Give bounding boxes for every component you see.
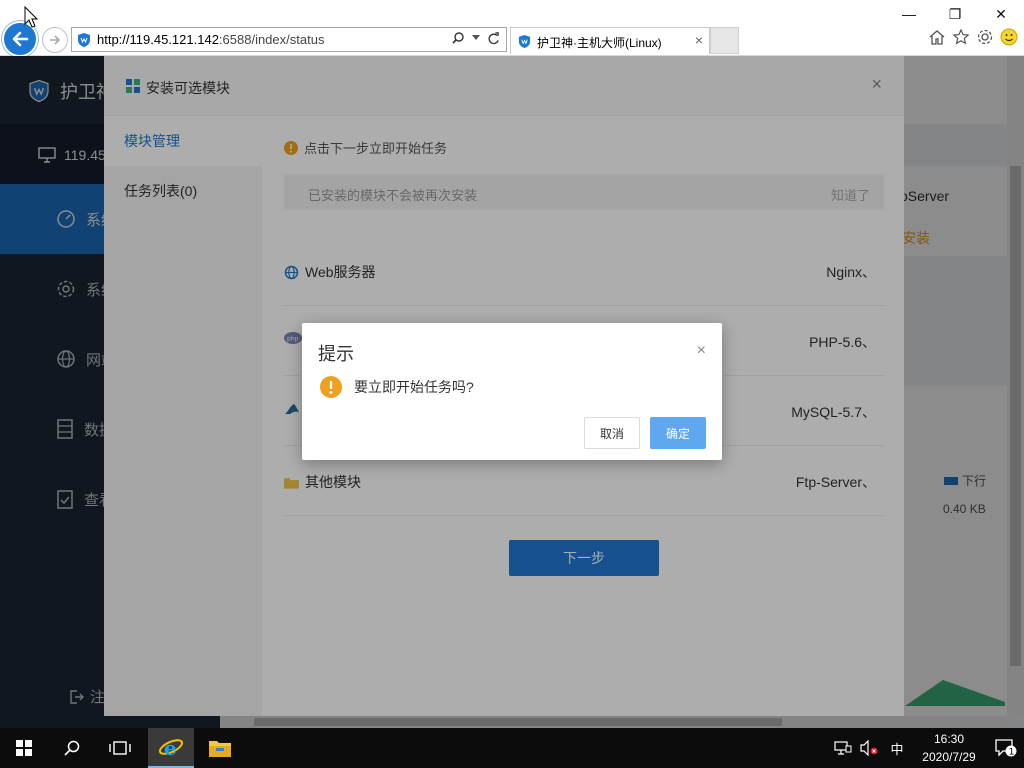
url-text: http://119.45.121.142:6588/index/status <box>97 32 325 47</box>
arrow-left-icon <box>12 31 29 47</box>
tab-close-button[interactable]: × <box>695 32 703 48</box>
clock-date: 2020/7/29 <box>922 750 976 764</box>
forward-button[interactable] <box>42 27 68 53</box>
windows-icon <box>16 740 32 756</box>
clock[interactable]: 16:30 2020/7/29 <box>910 730 988 766</box>
task-view-button[interactable] <box>96 728 144 768</box>
gear-icon[interactable] <box>976 28 994 46</box>
search-icon <box>64 740 80 756</box>
volume-muted-icon[interactable] <box>860 740 878 756</box>
tab-title: 护卫神·主机大师(Linux) <box>537 36 662 50</box>
star-icon[interactable] <box>952 28 970 46</box>
taskbar-search-button[interactable] <box>48 728 96 768</box>
address-bar[interactable]: http://119.45.121.142:6588/index/status <box>71 27 507 52</box>
taskbar-ie-button[interactable]: e <box>148 728 194 768</box>
mouse-cursor-icon <box>24 6 38 28</box>
dialog-title: 提示 <box>318 344 354 364</box>
minimize-button[interactable]: — <box>886 0 932 28</box>
home-icon[interactable] <box>928 28 946 46</box>
search-icon[interactable] <box>451 31 465 45</box>
folder-icon <box>209 741 231 757</box>
action-center-button[interactable]: 1 <box>988 738 1024 758</box>
dialog-message-text: 要立即开始任务吗? <box>354 379 474 395</box>
internet-explorer-icon: e <box>158 736 184 760</box>
exclamation-icon <box>320 376 342 398</box>
restore-button[interactable]: ❐ <box>932 0 978 28</box>
clock-time: 16:30 <box>933 732 965 746</box>
taskbar-explorer-button[interactable] <box>196 728 244 768</box>
system-tray: 中 16:30 2020/7/29 1 <box>834 728 1024 768</box>
ime-indicator[interactable]: 中 <box>884 739 910 758</box>
svg-text:e: e <box>164 736 177 760</box>
taskbar: e 中 16:30 2020/7/29 1 <box>0 728 1024 768</box>
browser-chrome: http://119.45.121.142:6588/index/status … <box>0 0 1024 57</box>
network-icon[interactable] <box>834 740 852 756</box>
browser-tab[interactable]: 护卫神·主机大师(Linux) × <box>510 27 710 54</box>
window-close-button[interactable]: ✕ <box>978 0 1024 28</box>
notification-icon: 1 <box>995 739 1017 758</box>
confirm-button[interactable]: 确定 <box>650 417 706 449</box>
chevron-down-icon[interactable] <box>472 35 480 41</box>
close-icon[interactable]: × <box>697 342 706 360</box>
cancel-button[interactable]: 取消 <box>584 417 640 449</box>
arrow-right-icon <box>50 35 61 45</box>
confirm-dialog: 提示 × 要立即开始任务吗? 取消 确定 <box>302 323 722 460</box>
smiley-icon[interactable] <box>1000 28 1018 46</box>
shield-icon <box>518 35 531 48</box>
notification-count: 1 <box>1009 748 1015 758</box>
start-button[interactable] <box>0 728 48 768</box>
shield-icon <box>78 33 90 47</box>
dialog-message: 要立即开始任务吗? <box>320 376 474 398</box>
refresh-icon[interactable] <box>487 31 500 45</box>
task-view-icon <box>109 741 131 755</box>
new-tab-button[interactable] <box>710 27 739 54</box>
